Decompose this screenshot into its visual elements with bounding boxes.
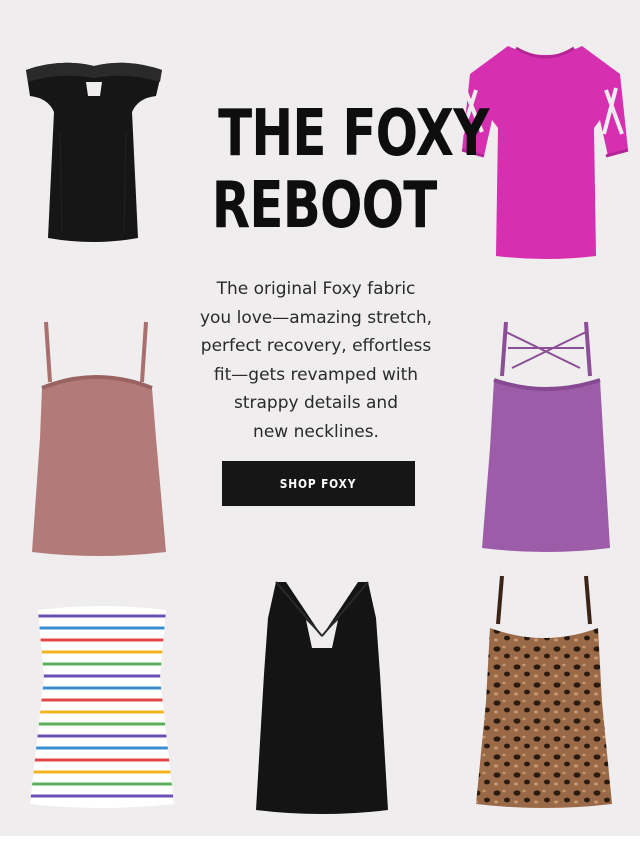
- body-line: strappy details and: [234, 393, 398, 413]
- rainbow-stripe-tube-top-image: [30, 606, 174, 808]
- product-rainbow-stripe-tube-top[interactable]: [28, 604, 176, 810]
- product-black-off-shoulder-top[interactable]: [20, 52, 168, 244]
- body-line: fit—gets revamped with: [213, 364, 419, 385]
- headline-line-2: REBOOT: [211, 169, 438, 243]
- body-line: perfect recovery, effortless: [200, 336, 432, 356]
- product-leopard-print-cami[interactable]: [472, 572, 616, 812]
- body-line: new necklines.: [253, 421, 379, 442]
- black-cross-back-tank-image: [256, 581, 388, 814]
- headline-line-1: THE FOXY: [218, 97, 489, 171]
- product-purple-strappy-cami[interactable]: [480, 318, 612, 554]
- leopard-print-cami-image: [476, 575, 612, 808]
- shop-foxy-button-label: SHOP FOXY: [280, 476, 357, 491]
- product-mauve-cami[interactable]: [26, 318, 176, 558]
- purple-strappy-cami-image: [482, 321, 610, 552]
- body-copy: The original Foxy fabric you love—amazin…: [180, 275, 452, 446]
- body-line: you love—amazing stretch,: [199, 307, 433, 328]
- mauve-cami-image: [32, 321, 166, 556]
- product-black-cross-back-tank[interactable]: [246, 578, 398, 818]
- shop-foxy-button[interactable]: SHOP FOXY: [222, 461, 415, 506]
- body-line: The original Foxy fabric: [216, 279, 416, 299]
- bottom-divider: [0, 836, 640, 841]
- black-off-shoulder-top-image: [26, 62, 162, 242]
- email-canvas: THE FOXY REBOOT The original Foxy fabric…: [0, 0, 640, 841]
- page-title: THE FOXY REBOOT: [180, 98, 490, 243]
